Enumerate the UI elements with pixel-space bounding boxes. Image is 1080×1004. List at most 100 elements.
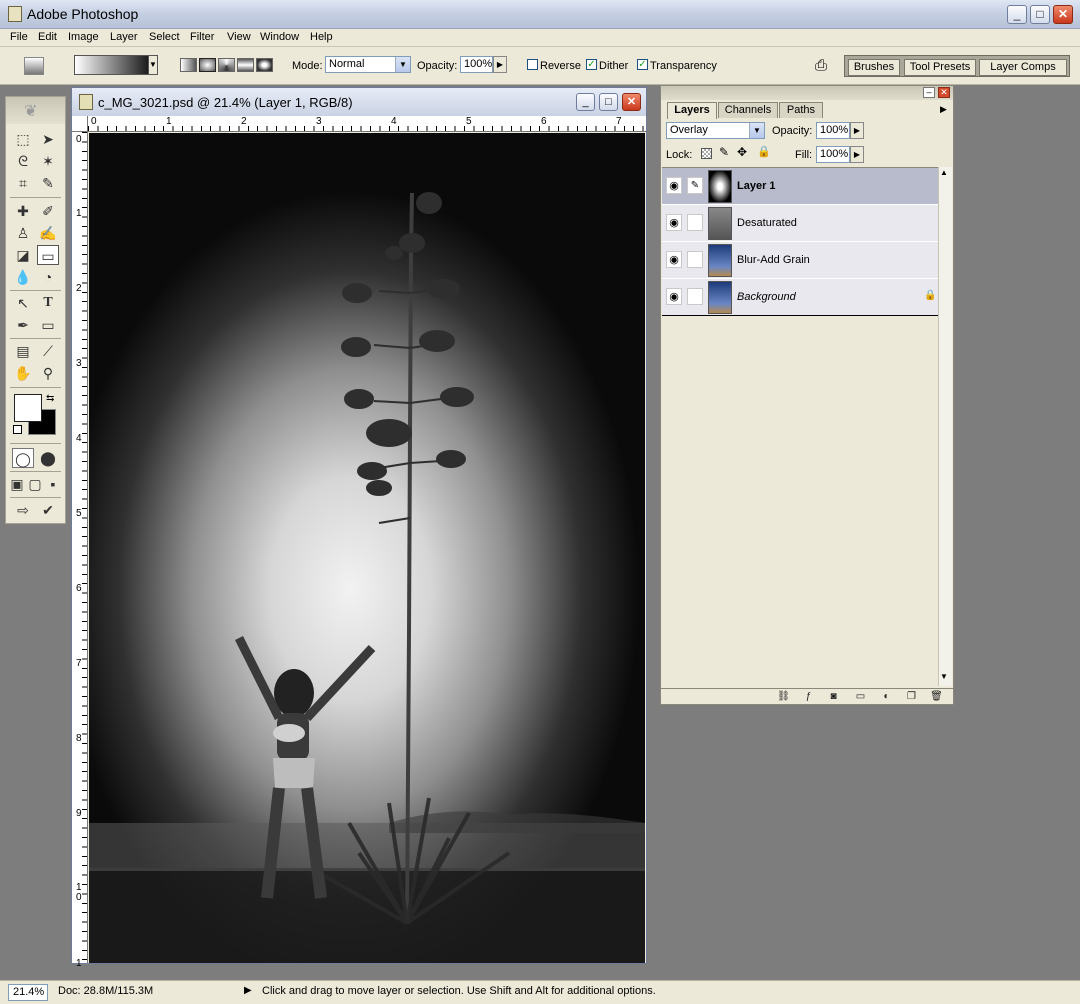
reflected-gradient-icon[interactable] [237, 58, 254, 72]
add-mask-icon[interactable]: ◙ [826, 690, 841, 703]
menu-filter[interactable]: Filter [190, 31, 214, 43]
dither-checkbox[interactable]: ✓ [586, 59, 597, 70]
foreground-color-swatch[interactable] [14, 394, 42, 422]
move-icon[interactable]: ➤ [37, 129, 59, 149]
chevron-down-icon[interactable]: ▼ [148, 55, 158, 75]
lock-transparency-icon[interactable] [701, 148, 712, 159]
menu-window[interactable]: Window [260, 31, 299, 43]
eye-icon[interactable]: ◉ [666, 251, 682, 268]
palette-tab-layer-comps[interactable]: Layer Comps [979, 59, 1067, 76]
menu-select[interactable]: Select [149, 31, 180, 43]
doc-maximize-button[interactable]: □ [599, 93, 618, 111]
palette-close-icon[interactable]: ✕ [938, 87, 950, 98]
slice-icon[interactable]: ✎ [37, 173, 59, 193]
angle-gradient-icon[interactable] [218, 58, 235, 72]
eraser-icon[interactable]: ◪ [12, 245, 34, 265]
tab-paths[interactable]: Paths [779, 102, 823, 118]
brush-icon[interactable]: ✎ [687, 177, 703, 194]
link-layers-icon[interactable]: ⛓ [776, 690, 791, 703]
palette-tab-brushes[interactable]: Brushes [848, 59, 900, 76]
menu-file[interactable]: File [10, 31, 28, 43]
scroll-down-icon[interactable]: ▼ [940, 672, 948, 681]
type-icon[interactable]: T [37, 293, 59, 313]
zoom-field[interactable]: 21.4% [8, 984, 48, 1001]
layer-row[interactable]: ◉ Desaturated [662, 205, 938, 242]
mode-select[interactable]: Normal ▼ [325, 56, 411, 73]
menu-edit[interactable]: Edit [38, 31, 57, 43]
scroll-up-icon[interactable]: ▲ [940, 168, 948, 177]
history-brush-icon[interactable]: ✍ [37, 223, 59, 243]
pen-icon[interactable]: ✒ [12, 315, 34, 335]
doc-minimize-button[interactable]: _ [576, 93, 595, 111]
tool-preset-picker[interactable] [24, 57, 44, 75]
gradient-icon[interactable]: ▭ [37, 245, 59, 265]
opacity-slider-arrow-icon[interactable]: ▶ [850, 122, 864, 139]
transparency-checkbox[interactable]: ✓ [637, 59, 648, 70]
trash-icon[interactable]: 🗑 [929, 690, 944, 703]
ruler-origin[interactable] [72, 116, 88, 132]
layer-link-slot[interactable] [687, 214, 703, 231]
adjustment-layer-icon[interactable]: ◐ [879, 690, 894, 703]
gradient-picker[interactable] [74, 55, 158, 75]
close-button[interactable]: ✕ [1053, 5, 1073, 24]
rectangle-icon[interactable]: ▭ [37, 315, 59, 335]
menu-help[interactable]: Help [310, 31, 333, 43]
reverse-checkbox[interactable] [527, 59, 538, 70]
layer-link-slot[interactable] [687, 288, 703, 305]
eyedropper-icon[interactable]: ⟋ [37, 341, 59, 361]
layer-row[interactable]: ◉ Blur-Add Grain [662, 242, 938, 279]
lock-position-icon[interactable]: ✥ [737, 145, 747, 159]
healing-brush-icon[interactable]: ✚ [12, 201, 34, 221]
menu-view[interactable]: View [227, 31, 251, 43]
notes-icon[interactable]: ▤ [12, 341, 34, 361]
layers-scrollbar[interactable]: ▲ ▼ [938, 167, 952, 686]
image-canvas[interactable] [89, 133, 645, 963]
doc-close-button[interactable]: ✕ [622, 93, 641, 111]
radial-gradient-icon[interactable] [199, 58, 216, 72]
fill-input[interactable]: 100% [816, 146, 850, 163]
blend-mode-select[interactable]: Overlay ▼ [666, 122, 765, 139]
layer-opacity-input[interactable]: 100% [816, 122, 850, 139]
opacity-slider-arrow-icon[interactable]: ▶ [493, 56, 507, 73]
swap-colors-icon[interactable]: ⇆ [46, 393, 54, 404]
eye-icon[interactable]: ◉ [666, 177, 682, 194]
fill-slider-arrow-icon[interactable]: ▶ [850, 146, 864, 163]
menu-image[interactable]: Image [68, 31, 99, 43]
standard-mode-icon[interactable]: ◯ [12, 448, 34, 468]
default-colors-icon[interactable] [13, 425, 22, 434]
brush-icon[interactable]: ✐ [37, 201, 59, 221]
clone-stamp-icon[interactable]: ♙ [12, 223, 34, 243]
edit-in-imageready-icon[interactable]: ✔ [37, 500, 59, 520]
opacity-input[interactable]: 100% [460, 56, 493, 73]
vertical-ruler[interactable]: 0 1 2 3 4 5 6 7 8 9 1 0 1 [72, 132, 88, 969]
eye-icon[interactable]: ◉ [666, 214, 682, 231]
new-group-icon[interactable]: ▭ [853, 690, 868, 703]
tab-channels[interactable]: Channels [718, 102, 778, 118]
new-layer-icon[interactable]: ❐ [904, 690, 919, 703]
tab-layers[interactable]: Layers [667, 102, 717, 119]
palette-menu-icon[interactable]: ▶ [940, 104, 947, 115]
eye-icon[interactable]: ◉ [666, 288, 682, 305]
minimize-button[interactable]: _ [1007, 5, 1027, 24]
marquee-icon[interactable]: ⬚ [12, 129, 34, 149]
dodge-icon[interactable]: ◔ [37, 267, 59, 287]
blur-icon[interactable]: 💧 [12, 267, 34, 287]
layer-row[interactable]: ◉ ✎ Layer 1 [662, 168, 938, 205]
maximize-button[interactable]: □ [1030, 5, 1050, 24]
status-menu-icon[interactable]: ▶ [244, 985, 252, 996]
screen-mode-full-icon[interactable]: ▪ [44, 474, 62, 494]
linear-gradient-icon[interactable] [180, 58, 197, 72]
lock-all-icon[interactable]: 🔒 [757, 145, 771, 158]
lock-pixels-icon[interactable]: ✎ [719, 145, 729, 159]
quick-mask-icon[interactable]: ⬤ [37, 448, 59, 468]
jump-to-imageready-icon[interactable]: ⇨ [12, 500, 34, 520]
layer-style-icon[interactable]: ƒ [801, 690, 816, 703]
menu-layer[interactable]: Layer [110, 31, 138, 43]
screen-mode-full-menu-icon[interactable]: ▢ [26, 474, 44, 494]
layer-link-slot[interactable] [687, 251, 703, 268]
lasso-icon[interactable]: ᘓ [12, 151, 34, 171]
layer-row[interactable]: ◉ Background 🔒 [662, 279, 938, 316]
palette-minimize-icon[interactable]: – [923, 87, 935, 98]
hand-icon[interactable]: ✋ [12, 363, 34, 383]
path-selection-icon[interactable]: ↖ [12, 293, 34, 313]
